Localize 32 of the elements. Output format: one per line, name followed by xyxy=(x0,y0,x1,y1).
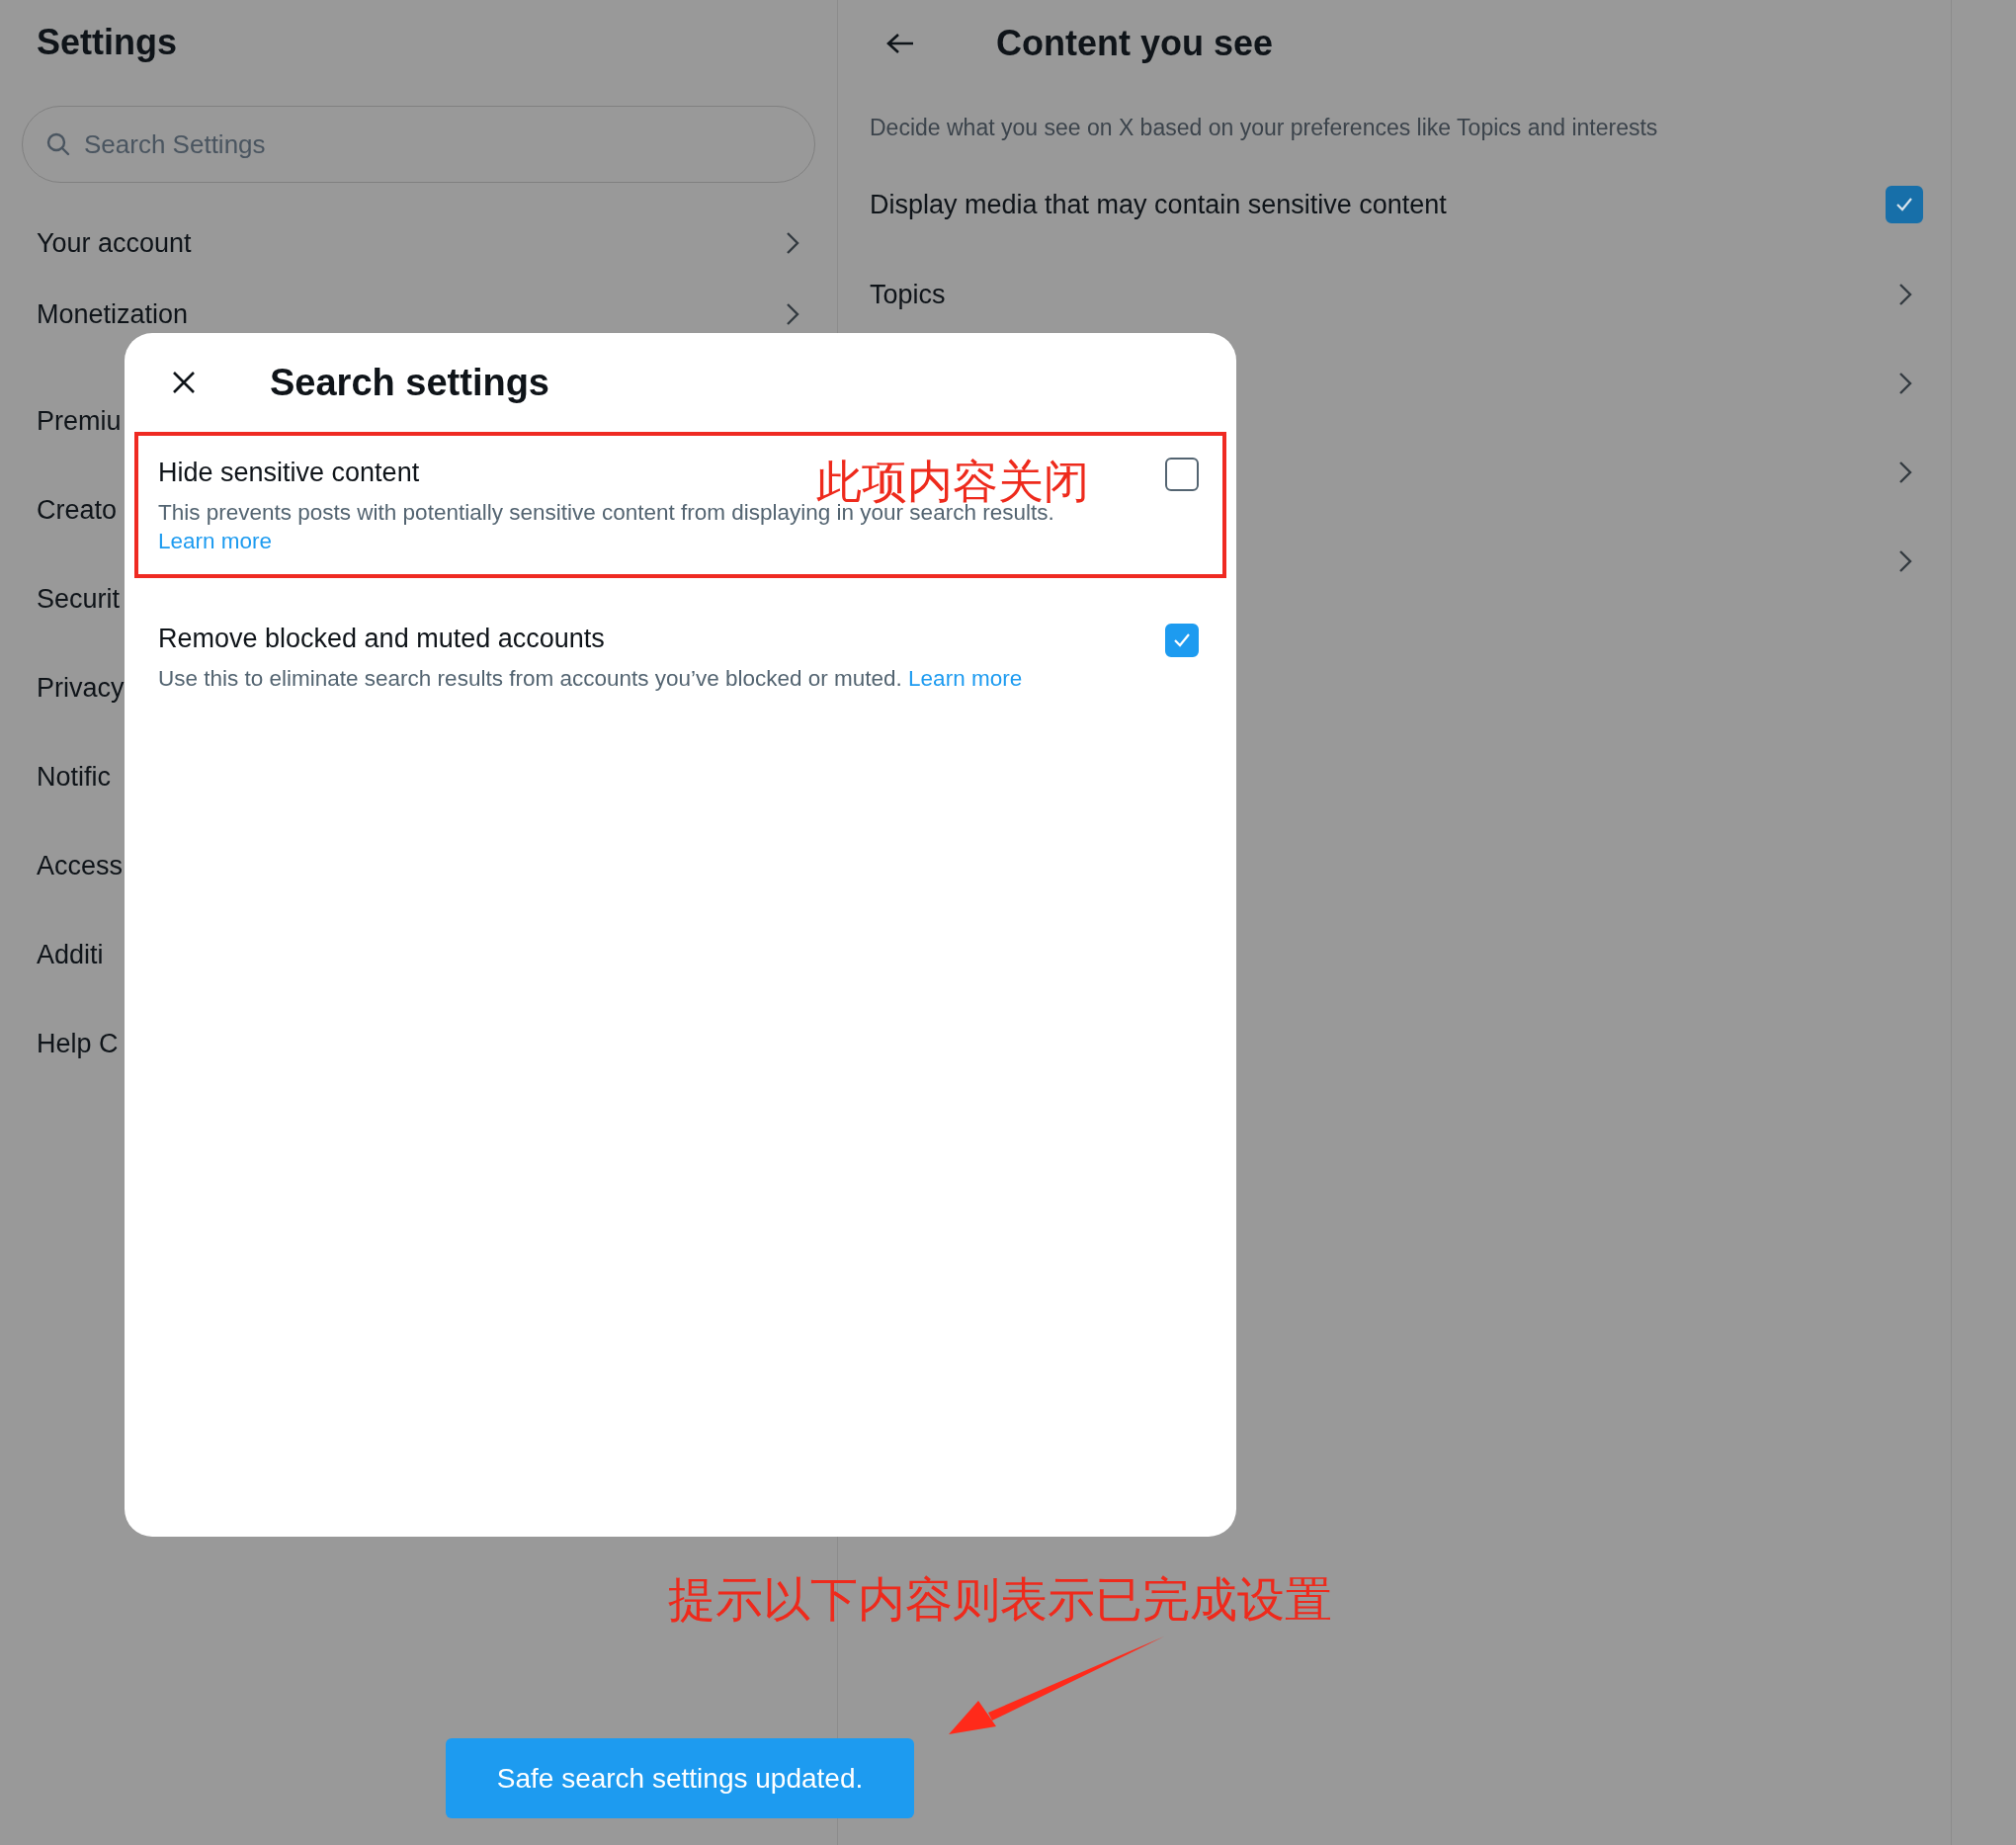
page-title: Content you see xyxy=(996,23,1274,64)
option-label: Hide sensitive content xyxy=(158,458,420,488)
option-description: Use this to eliminate search results from accounts you’ve blocked or muted. Learn more xyxy=(158,664,1024,693)
checkbox[interactable] xyxy=(1886,186,1923,223)
search-field[interactable]: Search Settings xyxy=(22,106,815,183)
settings-title: Settings xyxy=(36,21,178,64)
dialog-title: Search settings xyxy=(270,361,549,404)
sidebar-item[interactable]: Additi xyxy=(37,939,104,970)
sidebar-item[interactable]: Help C xyxy=(37,1028,119,1059)
annotation-text: 提示以下内容则表示已完成设置 xyxy=(668,1575,1332,1623)
chevron-icon xyxy=(1897,282,1913,307)
sidebar-item[interactable]: Creato xyxy=(37,494,118,526)
sidebar-item[interactable]: Privacy xyxy=(37,672,125,704)
setting-label: Topics xyxy=(870,279,946,310)
sidebar-item[interactable]: Monetization xyxy=(37,298,189,330)
sidebar-item[interactable]: Securit xyxy=(37,583,121,615)
checkbox[interactable] xyxy=(1165,458,1199,491)
setting-label: Display media that may contain sensitive content xyxy=(870,189,1447,220)
sidebar-item[interactable]: Your account xyxy=(37,227,192,259)
close-icon[interactable] xyxy=(171,370,197,395)
chevron-icon xyxy=(1897,548,1913,574)
sidebar-item[interactable]: Access xyxy=(37,850,124,881)
search-icon xyxy=(45,131,71,157)
back-arrow-icon[interactable] xyxy=(885,32,915,55)
sidebar-item[interactable]: Premiu xyxy=(37,405,122,437)
toast-message: Safe search settings updated. xyxy=(446,1738,914,1818)
page-description: Decide what you see on X based on your preferences like Topics and interests xyxy=(870,115,1659,141)
option-label: Remove blocked and muted accounts xyxy=(158,623,605,654)
checkbox[interactable] xyxy=(1165,623,1199,657)
sidebar-item[interactable]: Notific xyxy=(37,761,111,793)
chevron-icon xyxy=(1897,460,1913,485)
chevron-icon xyxy=(1897,371,1913,396)
